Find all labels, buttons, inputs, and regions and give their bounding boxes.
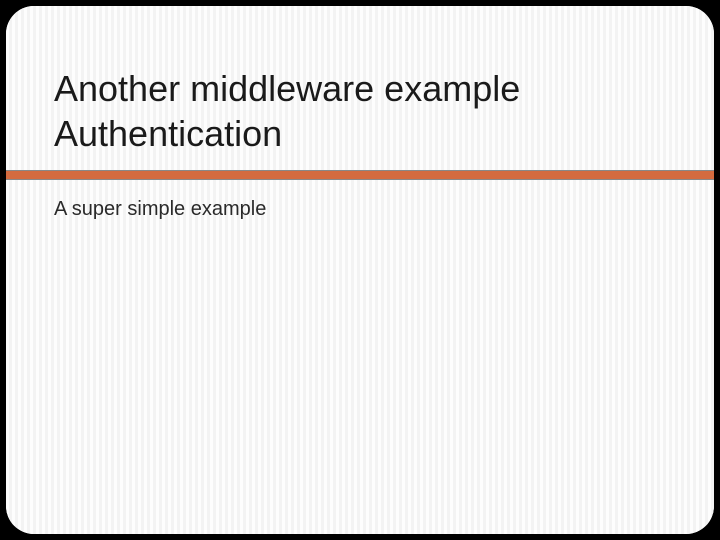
divider-bar bbox=[6, 170, 714, 180]
slide-content: Another middleware example Authenticatio… bbox=[6, 6, 714, 221]
slide-subtitle: A super simple example bbox=[54, 198, 666, 221]
title-line-2: Authentication bbox=[54, 113, 282, 154]
title-line-1: Another middleware example bbox=[54, 68, 520, 109]
slide: Another middleware example Authenticatio… bbox=[6, 6, 714, 534]
slide-container: Another middleware example Authenticatio… bbox=[0, 0, 720, 540]
slide-title: Another middleware example Authenticatio… bbox=[54, 66, 666, 156]
